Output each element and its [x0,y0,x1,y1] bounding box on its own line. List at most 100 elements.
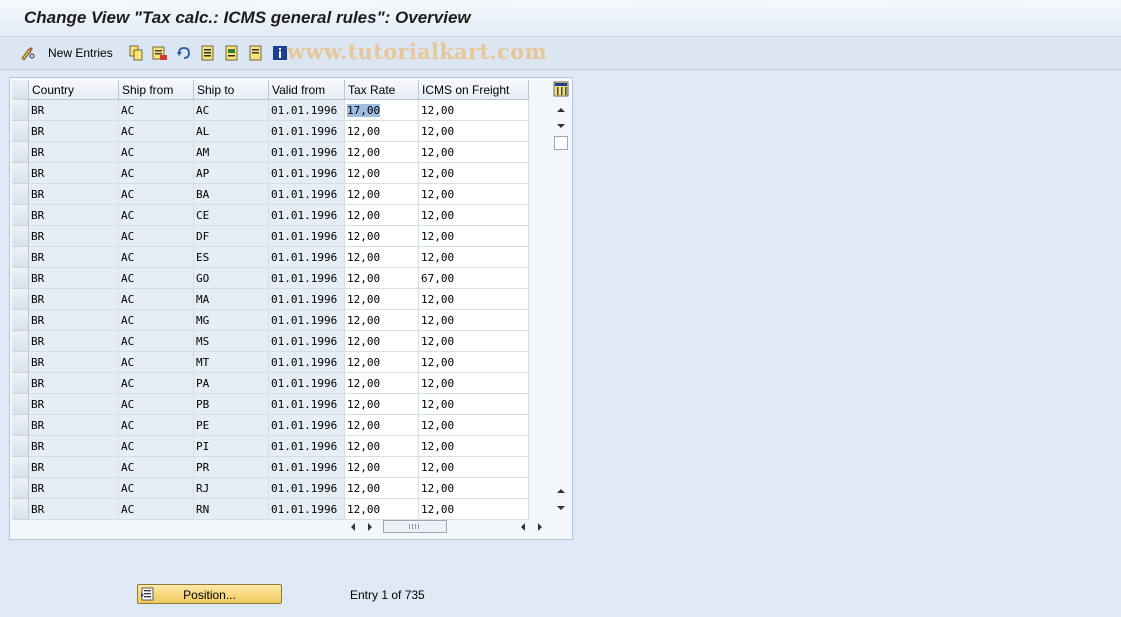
tax-rate-cell[interactable]: 12,00 [345,478,419,499]
cell-value: 12,00 [421,314,455,327]
tax-rate-cell[interactable]: 12,00 [345,394,419,415]
icms-on-freight-cell[interactable]: 12,00 [419,373,529,394]
row-selector[interactable] [12,142,29,163]
tax-rate-cell[interactable]: 12,00 [345,121,419,142]
new-entries-button[interactable]: New Entries [48,46,113,60]
copy-icon[interactable] [128,45,144,61]
icms-on-freight-cell[interactable]: 12,00 [419,415,529,436]
cell-value: BA [196,188,210,201]
cell-value: BR [31,125,45,138]
icms-on-freight-cell[interactable]: 12,00 [419,331,529,352]
row-selector[interactable] [12,310,29,331]
icms-on-freight-cell[interactable]: 12,00 [419,163,529,184]
column-header-ship-from[interactable]: Ship from [119,80,194,100]
scroll-down-icon[interactable] [556,503,566,513]
row-selector[interactable] [12,331,29,352]
select-all-rows-cell[interactable] [12,80,29,100]
row-selector[interactable] [12,226,29,247]
row-selector[interactable] [12,247,29,268]
icms-on-freight-cell[interactable]: 12,00 [419,205,529,226]
vertical-scroll-thumb[interactable] [554,136,568,150]
scroll-up-page-icon[interactable] [556,105,566,115]
row-selector[interactable] [12,415,29,436]
ship-from-cell: AC [119,163,194,184]
select-all-icon[interactable] [200,45,216,61]
column-header-valid-from[interactable]: Valid from [269,80,345,100]
position-button[interactable]: Position... [137,584,282,604]
row-selector[interactable] [12,352,29,373]
scroll-right-icon[interactable] [535,520,545,534]
row-selector[interactable] [12,499,29,520]
tax-rate-cell[interactable]: 12,00 [345,436,419,457]
tax-rate-cell[interactable]: 12,00 [345,247,419,268]
tax-rate-cell[interactable]: 12,00 [345,415,419,436]
icms-on-freight-cell[interactable]: 12,00 [419,184,529,205]
row-selector[interactable] [12,268,29,289]
icms-on-freight-cell[interactable]: 12,00 [419,247,529,268]
icms-on-freight-cell[interactable]: 12,00 [419,478,529,499]
row-selector[interactable] [12,205,29,226]
icms-on-freight-cell[interactable]: 12,00 [419,310,529,331]
table-settings-icon[interactable] [553,81,569,97]
icms-on-freight-cell[interactable]: 12,00 [419,121,529,142]
row-selector[interactable] [12,121,29,142]
tax-rate-cell[interactable]: 12,00 [345,142,419,163]
row-selector[interactable] [12,163,29,184]
ship-from-cell: AC [119,352,194,373]
row-selector[interactable] [12,373,29,394]
column-header-country[interactable]: Country [29,80,119,100]
cell-value: 12,00 [347,167,381,180]
cell-value: AC [121,167,135,180]
row-selector[interactable] [12,394,29,415]
tax-rate-cell[interactable]: 12,00 [345,373,419,394]
row-selector[interactable] [12,100,29,121]
column-header-icms-on-freight[interactable]: ICMS on Freight [419,80,529,100]
tax-rate-cell[interactable]: 12,00 [345,331,419,352]
tax-rate-cell[interactable]: 12,00 [345,310,419,331]
tax-rate-cell[interactable]: 12,00 [345,352,419,373]
table-row: BR AC PB 01.01.1996 12,00 12,00 [10,394,555,415]
row-selector[interactable] [12,478,29,499]
icms-on-freight-cell[interactable]: 12,00 [419,289,529,310]
select-block-icon[interactable] [224,45,240,61]
tax-rate-cell[interactable]: 12,00 [345,457,419,478]
column-header-tax-rate[interactable]: Tax Rate [345,80,419,100]
scroll-up-icon[interactable] [556,486,566,496]
cell-value: AC [121,188,135,201]
row-selector[interactable] [12,289,29,310]
icms-on-freight-cell[interactable]: 12,00 [419,499,529,520]
tax-rate-cell[interactable]: 12,00 [345,268,419,289]
undo-icon[interactable] [176,45,192,61]
ship-to-cell: RJ [194,478,269,499]
scroll-left-page-icon[interactable] [348,520,358,534]
icms-on-freight-cell[interactable]: 67,00 [419,268,529,289]
scroll-down-page-icon[interactable] [556,121,566,131]
icms-on-freight-cell[interactable]: 12,00 [419,457,529,478]
display-change-icon[interactable] [20,45,36,61]
scroll-left-icon[interactable] [518,520,528,534]
tax-rate-cell[interactable]: 12,00 [345,289,419,310]
column-header-ship-to[interactable]: Ship to [194,80,269,100]
tax-rate-cell[interactable]: 12,00 [345,499,419,520]
tax-rate-cell[interactable]: 12,00 [345,205,419,226]
icms-on-freight-cell[interactable]: 12,00 [419,100,529,121]
deselect-all-icon[interactable] [248,45,264,61]
tax-rate-cell[interactable]: 17,00 [345,100,419,121]
icms-on-freight-cell[interactable]: 12,00 [419,436,529,457]
row-selector[interactable] [12,457,29,478]
tax-rate-cell[interactable]: 12,00 [345,226,419,247]
row-selector[interactable] [12,184,29,205]
delete-icon[interactable] [152,45,168,61]
ship-to-cell: AL [194,121,269,142]
icms-on-freight-cell[interactable]: 12,00 [419,142,529,163]
horizontal-scroll-thumb[interactable] [383,520,447,533]
icms-on-freight-cell[interactable]: 12,00 [419,394,529,415]
tax-rate-cell[interactable]: 12,00 [345,163,419,184]
cell-value: 12,00 [421,461,455,474]
scroll-right-page-icon[interactable] [365,520,375,534]
icms-on-freight-cell[interactable]: 12,00 [419,352,529,373]
info-icon[interactable] [272,45,288,61]
icms-on-freight-cell[interactable]: 12,00 [419,226,529,247]
tax-rate-cell[interactable]: 12,00 [345,184,419,205]
row-selector[interactable] [12,436,29,457]
